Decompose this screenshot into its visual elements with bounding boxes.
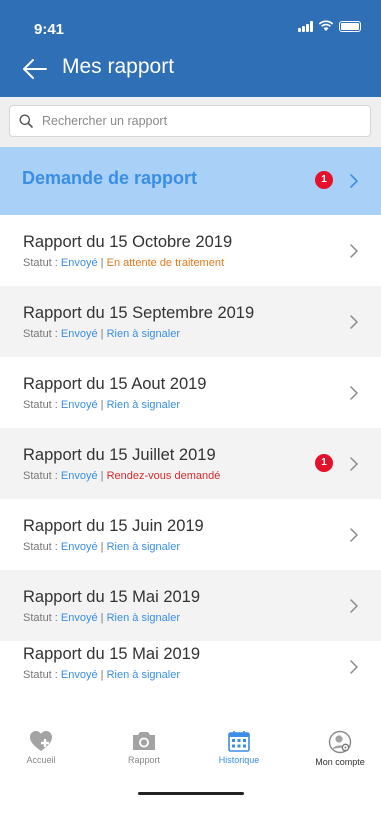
notification-badge: 1 [315,171,333,189]
report-status: Statut : Envoyé | Rien à signaler [23,669,180,681]
tab-label-accueil: Accueil [26,755,56,765]
report-title: Rapport du 15 Mai 2019 [23,645,201,663]
signal-icon [298,20,313,32]
status-sent: Envoyé [60,328,98,340]
status-sent: Envoyé [60,541,98,553]
chevron-right-icon [350,660,358,674]
status-separator: | [97,328,107,340]
status-prefix: Statut : [23,541,61,553]
page-title: Mes rapport [62,55,175,78]
tab-mon-compte[interactable]: Mon compte [300,730,380,767]
chevron-right-icon [350,244,358,258]
status-state: En attente de traitement [106,257,225,269]
back-arrow-icon[interactable] [22,58,48,80]
report-row[interactable]: Rapport du 15 Septembre 2019 Statut : Env… [0,286,381,357]
report-row[interactable]: Rapport du 15 Juin 2019 Statut : Envoyé |… [0,499,381,570]
status-prefix: Statut : [23,257,61,269]
report-status: Statut : Envoyé | Rendez-vous demandé [23,470,220,482]
status-state: Rien à signaler [106,669,180,681]
chevron-right-icon [350,174,358,188]
status-separator: | [97,399,107,411]
report-request-label: Demande de rapport [22,168,198,188]
report-row[interactable]: Rapport du 15 Octobre 2019 Statut : Envoy… [0,215,381,286]
battery-icon [339,20,361,32]
notification-badge: 1 [315,454,333,472]
report-status: Statut : Envoyé | En attente de traiteme… [23,257,224,269]
search-bar [0,97,381,147]
camera-icon [133,732,155,750]
report-row[interactable]: Rapport du 15 Juillet 2019 Statut : Envoy… [0,428,381,499]
chevron-right-icon [350,599,358,613]
status-state: Rien à signaler [106,399,180,411]
status-separator: | [97,470,107,482]
tab-historique[interactable]: Historique [199,730,279,765]
status-prefix: Statut : [23,612,61,624]
status-time: 9:41 [34,21,65,38]
status-icons [298,20,361,32]
tab-bar: Accueil Rapport Historique Mon compte [0,715,381,815]
status-sent: Envoyé [60,257,98,269]
report-status: Statut : Envoyé | Rien à signaler [23,328,180,340]
calendar-icon [228,731,250,752]
report-row[interactable]: Rapport du 15 Mai 2019 Statut : Envoyé | … [0,641,381,703]
status-prefix: Statut : [23,669,61,681]
user-gear-icon [328,730,352,754]
search-input[interactable] [42,112,362,130]
report-status: Statut : Envoyé | Rien à signaler [23,399,180,411]
status-prefix: Statut : [23,328,61,340]
status-sent: Envoyé [60,399,98,411]
report-status: Statut : Envoyé | Rien à signaler [23,541,180,553]
status-state: Rien à signaler [106,328,180,340]
status-separator: | [97,669,107,681]
status-separator: | [97,541,107,553]
status-separator: | [97,612,107,624]
report-title: Rapport du 15 Octobre 2019 [23,233,233,251]
status-state: Rien à signaler [106,612,180,624]
status-sent: Envoyé [60,669,98,681]
status-separator: | [97,257,107,269]
app-header: 9:41 Mes rapport [0,0,381,97]
report-request-row[interactable]: Demande de rapport 1 [0,147,381,215]
search-box[interactable] [9,105,371,137]
report-title: Rapport du 15 Juillet 2019 [23,446,216,464]
tab-label-mon-compte: Mon compte [315,757,365,767]
search-icon [19,114,33,128]
report-row[interactable]: Rapport du 15 Aout 2019 Statut : Envoyé |… [0,357,381,428]
report-title: Rapport du 15 Mai 2019 [23,588,201,606]
tab-rapport[interactable]: Rapport [104,730,184,765]
chevron-right-icon [350,528,358,542]
heart-plus-icon [30,731,52,751]
status-sent: Envoyé [60,612,98,624]
home-indicator [138,792,244,795]
tab-label-historique: Historique [218,755,260,765]
report-list: Rapport du 15 Octobre 2019 Statut : Envoy… [0,215,381,703]
report-row[interactable]: Rapport du 15 Mai 2019 Statut : Envoyé | … [0,570,381,641]
report-title: Rapport du 15 Aout 2019 [23,375,207,393]
report-title: Rapport du 15 Juin 2019 [23,517,204,535]
chevron-right-icon [350,386,358,400]
report-title: Rapport du 15 Septembre 2019 [23,304,255,322]
status-sent: Envoyé [60,470,98,482]
status-prefix: Statut : [23,399,61,411]
chevron-right-icon [350,315,358,329]
status-prefix: Statut : [23,470,61,482]
status-state: Rendez-vous demandé [106,470,221,482]
wifi-icon [318,20,334,31]
tab-label-rapport: Rapport [127,755,161,765]
tab-accueil[interactable]: Accueil [1,730,81,765]
chevron-right-icon [350,457,358,471]
status-state: Rien à signaler [106,541,180,553]
report-status: Statut : Envoyé | Rien à signaler [23,612,180,624]
